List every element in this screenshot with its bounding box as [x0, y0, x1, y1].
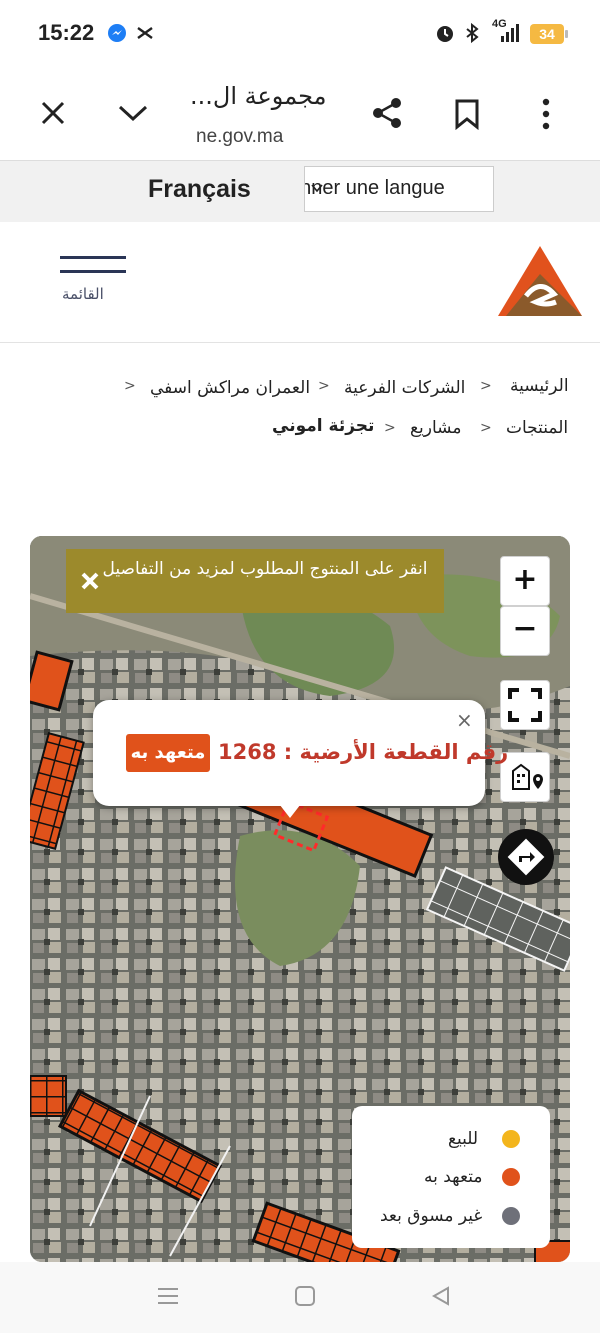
page-url[interactable]: ne.gov.ma [196, 126, 283, 148]
translate-bar [0, 160, 600, 224]
breadcrumb-products[interactable]: المنتجات [506, 418, 568, 438]
breadcrumb-projects[interactable]: مشاريع [410, 418, 461, 438]
breadcrumb-company[interactable]: العمران مراكش اسفي [150, 378, 310, 398]
breadcrumb-separator: > [318, 378, 330, 394]
language-select[interactable]: Sélectionner une langue [304, 166, 494, 212]
fullscreen-icon [508, 688, 542, 722]
menu-line [60, 270, 126, 273]
capcut-icon [137, 27, 153, 39]
menu-label: القائمة [62, 285, 104, 303]
breadcrumb-separator: > [480, 378, 492, 394]
home-icon[interactable] [294, 1285, 316, 1307]
more-icon[interactable] [540, 98, 552, 130]
translate-language-button[interactable]: Français [148, 175, 251, 204]
popup-close-button[interactable]: × [456, 708, 473, 732]
site-logo[interactable] [496, 244, 584, 318]
breadcrumb-subsidiaries[interactable]: الشركات الفرعية [344, 378, 465, 398]
legend-label-committed: متعهد به [424, 1167, 483, 1187]
alarm-icon [437, 26, 453, 42]
bookmark-icon[interactable] [454, 98, 480, 130]
zoom-out-button[interactable]: − [500, 606, 550, 656]
chevron-down-icon [311, 184, 323, 193]
zoom-in-button[interactable]: + [500, 556, 550, 606]
building-location-icon [512, 763, 543, 790]
breadcrumb-separator: > [480, 420, 492, 436]
close-icon[interactable] [40, 100, 66, 126]
plus-icon: + [512, 562, 538, 597]
language-select-label: Sélectionner une langue [305, 177, 445, 199]
legend-label-for-sale: للبيع [448, 1129, 479, 1149]
menu-line [60, 256, 126, 259]
battery-tip [565, 30, 568, 38]
chevron-down-icon[interactable] [117, 102, 149, 124]
directions-icon[interactable] [497, 828, 555, 886]
back-icon[interactable] [430, 1285, 452, 1307]
popup-pointer [276, 800, 304, 818]
fullscreen-button[interactable] [500, 680, 550, 730]
share-icon[interactable] [370, 96, 404, 130]
signal-icon [501, 24, 519, 42]
close-icon[interactable] [80, 571, 100, 591]
parcel-number: رقم القطعة الأرضية : 1268 [218, 740, 509, 764]
messenger-icon [108, 24, 126, 42]
menu-icon[interactable] [156, 1284, 180, 1308]
bluetooth-icon [466, 22, 479, 44]
breadcrumb-current: تجزئة اموني [272, 416, 375, 436]
breadcrumb-separator: > [384, 420, 396, 436]
breadcrumb-home[interactable]: الرئيسية [510, 376, 569, 396]
parcel-status-badge: متعهد به [126, 734, 210, 772]
legend-dot-for-sale [502, 1130, 520, 1148]
map-notice-text: انقر على المنتوج المطلوب لمزيد من التفاص… [102, 559, 428, 579]
legend-label-not-marketed: غير مسوق بعد [380, 1206, 483, 1226]
battery-icon: 34 [530, 24, 564, 44]
legend-dot-not-marketed [502, 1207, 520, 1225]
clock: 15:22 [38, 20, 95, 45]
minus-icon: − [512, 611, 538, 646]
breadcrumb-separator: > [124, 378, 136, 394]
page-title: مجموعة ال... [190, 82, 327, 110]
legend-dot-committed [502, 1168, 520, 1186]
